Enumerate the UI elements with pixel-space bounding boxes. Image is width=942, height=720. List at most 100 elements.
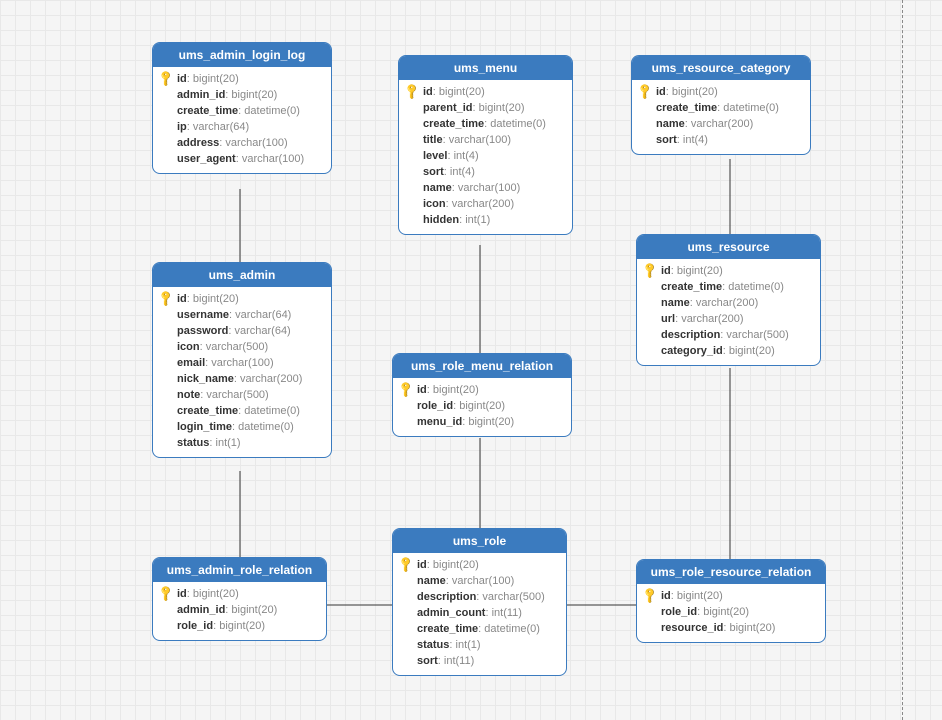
table-ums-role[interactable]: ums_role 🔑id: bigint(20)name: varchar(10… (392, 528, 567, 676)
column-name: ip (177, 121, 187, 133)
column-type: bigint(20) (433, 559, 479, 571)
column-row: level: int(4) (405, 148, 566, 164)
page-boundary-dashed-line (902, 0, 903, 720)
table-ums-role-menu-relation[interactable]: ums_role_menu_relation 🔑id: bigint(20)ro… (392, 353, 572, 437)
column-row: password: varchar(64) (159, 323, 325, 339)
column-row: 🔑id: bigint(20) (159, 586, 320, 602)
table-ums-admin[interactable]: ums_admin 🔑id: bigint(20)username: varch… (152, 262, 332, 458)
column-row: role_id: bigint(20) (159, 618, 320, 634)
column-row: name: varchar(100) (405, 180, 566, 196)
column-row: 🔑id: bigint(20) (643, 588, 819, 604)
column-row: username: varchar(64) (159, 307, 325, 323)
column-row: login_time: datetime(0) (159, 419, 325, 435)
column-type: bigint(20) (193, 293, 239, 305)
column-type: datetime(0) (244, 105, 300, 117)
column-type: bigint(20) (729, 345, 775, 357)
column-row: email: varchar(100) (159, 355, 325, 371)
column-type: varchar(500) (206, 389, 268, 401)
column-row: name: varchar(200) (643, 295, 814, 311)
column-name: create_time (417, 623, 478, 635)
column-row: parent_id: bigint(20) (405, 100, 566, 116)
column-type: int(1) (216, 437, 241, 449)
column-type: varchar(500) (726, 329, 788, 341)
column-name: title (423, 134, 443, 146)
column-name: admin_id (177, 604, 225, 616)
table-ums-resource[interactable]: ums_resource 🔑id: bigint(20)create_time:… (636, 234, 821, 366)
column-name: address (177, 137, 219, 149)
table-ums-menu[interactable]: ums_menu 🔑id: bigint(20)parent_id: bigin… (398, 55, 573, 235)
column-name: user_agent (177, 153, 236, 165)
column-type: int(11) (444, 655, 474, 667)
column-name: create_time (661, 281, 722, 293)
column-row: icon: varchar(200) (405, 196, 566, 212)
column-type: int(1) (465, 214, 490, 226)
column-row: user_agent: varchar(100) (159, 151, 325, 167)
column-type: bigint(20) (219, 620, 265, 632)
column-name: admin_id (177, 89, 225, 101)
column-name: name (423, 182, 452, 194)
primary-key-icon: 🔑 (159, 587, 173, 600)
column-name: level (423, 150, 447, 162)
column-row: admin_count: int(11) (399, 605, 560, 621)
column-row: create_time: datetime(0) (399, 621, 560, 637)
column-name: id (423, 86, 433, 98)
table-title: ums_admin (153, 263, 331, 287)
column-type: datetime(0) (244, 405, 300, 417)
column-type: varchar(100) (211, 357, 273, 369)
primary-key-icon: 🔑 (638, 85, 652, 98)
table-ums-admin-role-relation[interactable]: ums_admin_role_relation 🔑id: bigint(20)a… (152, 557, 327, 641)
column-type: bigint(20) (231, 604, 277, 616)
column-row: title: varchar(100) (405, 132, 566, 148)
column-type: datetime(0) (728, 281, 784, 293)
table-body: 🔑id: bigint(20)name: varchar(100)descrip… (393, 553, 566, 675)
column-row: name: varchar(100) (399, 573, 560, 589)
column-row: 🔑id: bigint(20) (159, 71, 325, 87)
column-type: bigint(20) (677, 265, 723, 277)
column-row: menu_id: bigint(20) (399, 414, 565, 430)
table-title: ums_admin_login_log (153, 43, 331, 67)
table-body: 🔑id: bigint(20)create_time: datetime(0)n… (632, 80, 810, 154)
column-name: id (177, 73, 187, 85)
column-type: datetime(0) (490, 118, 546, 130)
table-body: 🔑id: bigint(20)admin_id: bigint(20)creat… (153, 67, 331, 173)
column-type: varchar(64) (234, 325, 290, 337)
column-name: sort (423, 166, 444, 178)
column-type: bigint(20) (468, 416, 514, 428)
column-row: 🔑id: bigint(20) (159, 291, 325, 307)
primary-key-icon: 🔑 (405, 85, 419, 98)
column-name: icon (177, 341, 200, 353)
column-row: sort: int(11) (399, 653, 560, 669)
column-row: note: varchar(500) (159, 387, 325, 403)
column-name: create_time (177, 105, 238, 117)
table-ums-admin-login-log[interactable]: ums_admin_login_log 🔑id: bigint(20) admin… (152, 42, 332, 174)
column-type: varchar(200) (681, 313, 743, 325)
column-row: create_time: datetime(0) (159, 103, 325, 119)
column-name: name (656, 118, 685, 130)
column-name: description (661, 329, 720, 341)
column-name: status (177, 437, 209, 449)
column-type: varchar(64) (193, 121, 249, 133)
column-row: create_time: datetime(0) (643, 279, 814, 295)
table-body: 🔑id: bigint(20)username: varchar(64)pass… (153, 287, 331, 457)
column-row: 🔑id: bigint(20) (399, 382, 565, 398)
column-row: sort: int(4) (405, 164, 566, 180)
column-type: bigint(20) (193, 73, 239, 85)
column-name: password (177, 325, 228, 337)
primary-key-icon: 🔑 (399, 558, 413, 571)
column-type: varchar(200) (691, 118, 753, 130)
column-name: id (661, 590, 671, 602)
column-type: bigint(20) (193, 588, 239, 600)
column-name: email (177, 357, 205, 369)
column-name: icon (423, 198, 446, 210)
table-ums-resource-category[interactable]: ums_resource_category 🔑id: bigint(20)cre… (631, 55, 811, 155)
column-name: role_id (417, 400, 453, 412)
column-name: create_time (177, 405, 238, 417)
table-ums-role-resource-relation[interactable]: ums_role_resource_relation 🔑id: bigint(2… (636, 559, 826, 643)
column-row: status: int(1) (399, 637, 560, 653)
column-name: id (177, 588, 187, 600)
column-type: bigint(20) (677, 590, 723, 602)
column-type: bigint(20) (459, 400, 505, 412)
column-name: menu_id (417, 416, 462, 428)
column-type: bigint(20) (433, 384, 479, 396)
column-name: status (417, 639, 449, 651)
